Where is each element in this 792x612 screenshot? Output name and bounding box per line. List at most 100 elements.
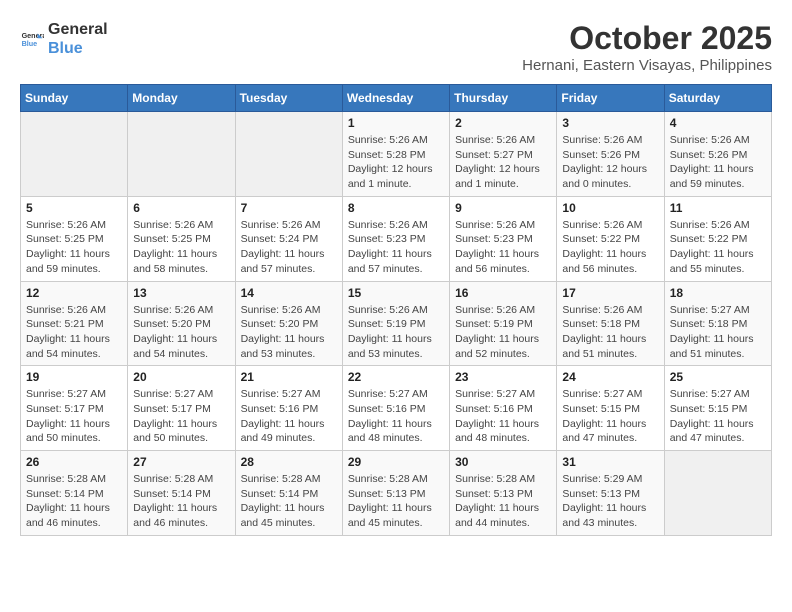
column-header-thursday: Thursday bbox=[450, 85, 557, 112]
day-number: 8 bbox=[348, 201, 444, 215]
column-header-wednesday: Wednesday bbox=[342, 85, 449, 112]
day-info-line: Sunrise: 5:26 AM bbox=[133, 218, 229, 233]
day-info-line: and 59 minutes. bbox=[26, 262, 122, 277]
day-info-line: Daylight: 11 hours bbox=[562, 247, 658, 262]
column-header-tuesday: Tuesday bbox=[235, 85, 342, 112]
day-info-line: Daylight: 11 hours bbox=[562, 417, 658, 432]
day-info-line: Sunset: 5:22 PM bbox=[562, 232, 658, 247]
day-info-line: Sunset: 5:13 PM bbox=[348, 487, 444, 502]
calendar-cell: 31 Sunrise: 5:29 AMSunset: 5:13 PMDayligh… bbox=[557, 451, 664, 536]
calendar-cell: 21Sunrise: 5:27 AMSunset: 5:16 PMDayligh… bbox=[235, 366, 342, 451]
day-info-line: Daylight: 11 hours bbox=[670, 332, 766, 347]
day-number: 13 bbox=[133, 286, 229, 300]
day-info-line: Sunrise: 5:27 AM bbox=[670, 303, 766, 318]
calendar-cell: 1Sunrise: 5:26 AMSunset: 5:28 PMDaylight… bbox=[342, 112, 449, 197]
calendar-cell: 16Sunrise: 5:26 AMSunset: 5:19 PMDayligh… bbox=[450, 281, 557, 366]
day-info-line: Daylight: 11 hours bbox=[26, 417, 122, 432]
day-info-line: and 53 minutes. bbox=[348, 347, 444, 362]
day-info-line: Sunrise: 5:26 AM bbox=[670, 133, 766, 148]
calendar-cell: 23Sunrise: 5:27 AMSunset: 5:16 PMDayligh… bbox=[450, 366, 557, 451]
day-info-line: Daylight: 11 hours bbox=[133, 247, 229, 262]
day-info-line: Sunset: 5:17 PM bbox=[133, 402, 229, 417]
day-number: 14 bbox=[241, 286, 337, 300]
day-info-line: Sunset: 5:25 PM bbox=[26, 232, 122, 247]
day-number: 12 bbox=[26, 286, 122, 300]
day-number: 31 bbox=[562, 455, 658, 469]
day-info-line: Sunset: 5:28 PM bbox=[348, 148, 444, 163]
day-info-line: and 1 minute. bbox=[348, 177, 444, 192]
day-number: 23 bbox=[455, 370, 551, 384]
day-number: 9 bbox=[455, 201, 551, 215]
day-number: 3 bbox=[562, 116, 658, 130]
calendar-week-row: 19Sunrise: 5:27 AMSunset: 5:17 PMDayligh… bbox=[21, 366, 772, 451]
calendar-cell: 18Sunrise: 5:27 AMSunset: 5:18 PMDayligh… bbox=[664, 281, 771, 366]
day-info-line: Sunrise: 5:27 AM bbox=[348, 387, 444, 402]
logo-general: General bbox=[48, 20, 108, 39]
day-info-line: Sunrise: 5:27 AM bbox=[562, 387, 658, 402]
column-header-friday: Friday bbox=[557, 85, 664, 112]
day-info-line: Sunrise: 5:26 AM bbox=[348, 303, 444, 318]
day-number: 5 bbox=[26, 201, 122, 215]
day-info-line: Sunrise: 5:27 AM bbox=[26, 387, 122, 402]
day-info-line: Sunset: 5:23 PM bbox=[455, 232, 551, 247]
day-info-line: Sunset: 5:17 PM bbox=[26, 402, 122, 417]
day-number: 11 bbox=[670, 201, 766, 215]
column-header-monday: Monday bbox=[128, 85, 235, 112]
day-info-line: Sunset: 5:16 PM bbox=[241, 402, 337, 417]
day-info-line: Sunrise: 5:29 AM bbox=[562, 472, 658, 487]
calendar-cell: 24Sunrise: 5:27 AMSunset: 5:15 PMDayligh… bbox=[557, 366, 664, 451]
day-info-line: Daylight: 12 hours bbox=[562, 162, 658, 177]
day-info-line: Sunrise: 5:27 AM bbox=[455, 387, 551, 402]
calendar-cell: 28Sunrise: 5:28 AMSunset: 5:14 PMDayligh… bbox=[235, 451, 342, 536]
day-number: 18 bbox=[670, 286, 766, 300]
calendar-cell: 8Sunrise: 5:26 AMSunset: 5:23 PMDaylight… bbox=[342, 196, 449, 281]
calendar-cell: 6Sunrise: 5:26 AMSunset: 5:25 PMDaylight… bbox=[128, 196, 235, 281]
day-info-line: Daylight: 11 hours bbox=[26, 332, 122, 347]
day-number: 20 bbox=[133, 370, 229, 384]
day-info-line: Sunset: 5:13 PM bbox=[562, 487, 658, 502]
day-info-line: and 45 minutes. bbox=[348, 516, 444, 531]
day-info-line: and 53 minutes. bbox=[241, 347, 337, 362]
logo: General Blue General Blue bbox=[20, 20, 108, 58]
day-info-line: and 50 minutes. bbox=[133, 431, 229, 446]
day-info-line: and 57 minutes. bbox=[348, 262, 444, 277]
day-number: 28 bbox=[241, 455, 337, 469]
calendar-cell: 30Sunrise: 5:28 AMSunset: 5:13 PMDayligh… bbox=[450, 451, 557, 536]
day-number: 29 bbox=[348, 455, 444, 469]
day-info-line: Daylight: 11 hours bbox=[241, 417, 337, 432]
day-info-line: and 54 minutes. bbox=[133, 347, 229, 362]
day-info-line: Sunrise: 5:26 AM bbox=[562, 218, 658, 233]
day-info-line: Daylight: 11 hours bbox=[241, 247, 337, 262]
day-number: 15 bbox=[348, 286, 444, 300]
day-number: 22 bbox=[348, 370, 444, 384]
day-info-line: Sunset: 5:16 PM bbox=[455, 402, 551, 417]
calendar-cell: 20Sunrise: 5:27 AMSunset: 5:17 PMDayligh… bbox=[128, 366, 235, 451]
day-number: 4 bbox=[670, 116, 766, 130]
day-info-line: Daylight: 11 hours bbox=[348, 332, 444, 347]
day-info-line: and 46 minutes. bbox=[26, 516, 122, 531]
calendar-cell: 26Sunrise: 5:28 AMSunset: 5:14 PMDayligh… bbox=[21, 451, 128, 536]
day-info-line: Sunrise: 5:26 AM bbox=[562, 303, 658, 318]
day-info-line: Sunset: 5:24 PM bbox=[241, 232, 337, 247]
day-info-line: Daylight: 11 hours bbox=[348, 501, 444, 516]
calendar-cell bbox=[128, 112, 235, 197]
calendar-cell: 11Sunrise: 5:26 AMSunset: 5:22 PMDayligh… bbox=[664, 196, 771, 281]
calendar-cell: 19 Sunrise: 5:27 AMSunset: 5:17 PMDayligh… bbox=[21, 366, 128, 451]
day-info-line: and 49 minutes. bbox=[241, 431, 337, 446]
day-info-line: and 51 minutes. bbox=[670, 347, 766, 362]
day-info-line: and 54 minutes. bbox=[26, 347, 122, 362]
day-info-line: Daylight: 11 hours bbox=[133, 332, 229, 347]
day-info-line: and 46 minutes. bbox=[133, 516, 229, 531]
day-info-line: Sunset: 5:26 PM bbox=[670, 148, 766, 163]
day-info-line: and 43 minutes. bbox=[562, 516, 658, 531]
day-number: 16 bbox=[455, 286, 551, 300]
day-info-line: and 48 minutes. bbox=[348, 431, 444, 446]
day-info-line: Daylight: 11 hours bbox=[562, 501, 658, 516]
calendar-header-row: SundayMondayTuesdayWednesdayThursdayFrid… bbox=[21, 85, 772, 112]
day-info-line: Daylight: 11 hours bbox=[455, 247, 551, 262]
day-info-line: Sunset: 5:25 PM bbox=[133, 232, 229, 247]
day-info-line: Daylight: 11 hours bbox=[670, 247, 766, 262]
day-info-line: Sunrise: 5:27 AM bbox=[670, 387, 766, 402]
day-info-line: Sunrise: 5:28 AM bbox=[26, 472, 122, 487]
day-number: 19 bbox=[26, 370, 122, 384]
